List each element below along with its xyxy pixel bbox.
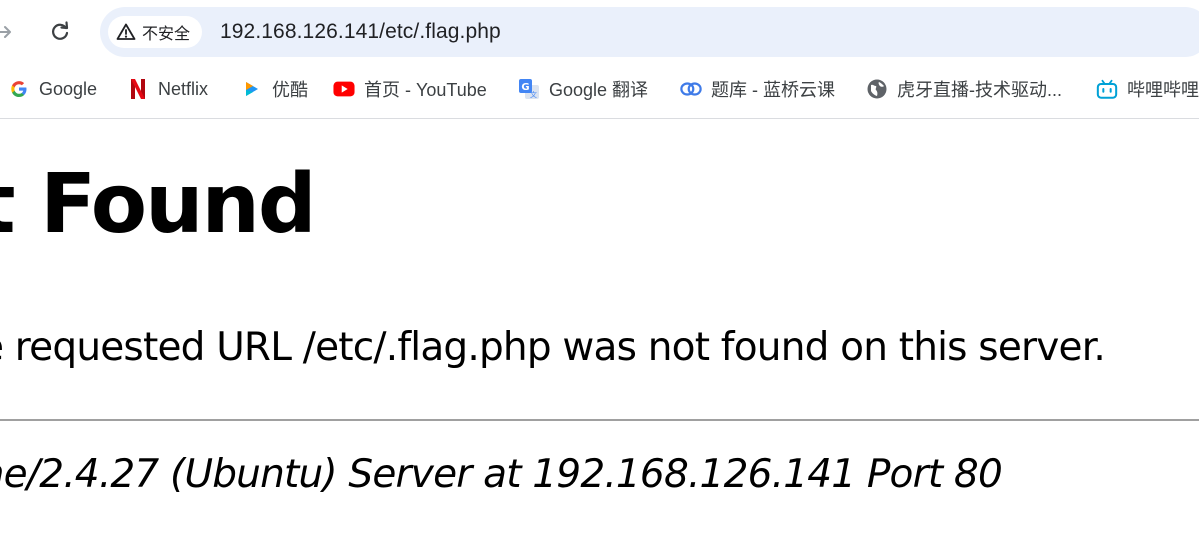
bookmark-label: 哔哩哔哩 — [1127, 80, 1199, 100]
bookmark-label: Google 翻译 — [549, 80, 649, 100]
google-icon — [8, 78, 30, 100]
server-signature: ache/2.4.27 (Ubuntu) Server at 192.168.1… — [0, 452, 1003, 497]
browser-chrome: 不安全 192.168.126.141/etc/.flag.php Google — [0, 0, 1199, 119]
bookmark-huya[interactable]: 虎牙直播-技术驱动... — [866, 74, 1062, 104]
bookmark-youku[interactable]: 优酷 — [241, 74, 308, 104]
arrow-right-icon — [0, 26, 11, 38]
security-label: 不安全 — [142, 26, 191, 43]
youku-icon — [241, 78, 263, 100]
security-chip[interactable]: 不安全 — [108, 16, 203, 48]
address-bar[interactable]: 不安全 192.168.126.141/etc/.flag.php — [100, 7, 1199, 57]
bookmark-label: 题库 - 蓝桥云课 — [711, 80, 835, 100]
page-title: ot Found — [0, 157, 317, 252]
netflix-icon — [127, 78, 149, 100]
browser-toolbar: 不安全 192.168.126.141/etc/.flag.php — [0, 0, 1199, 64]
bookmark-bilibili[interactable]: 哔哩哔哩 — [1096, 74, 1199, 104]
bookmark-label: 虎牙直播-技术驱动... — [897, 80, 1062, 100]
bookmark-google[interactable]: Google — [8, 74, 97, 104]
globe-icon — [866, 78, 888, 100]
bookmark-lanqiao[interactable]: 题库 - 蓝桥云课 — [680, 74, 835, 104]
bookmark-google-translate[interactable]: G 文 Google 翻译 — [518, 74, 648, 104]
google-translate-icon: G 文 — [518, 78, 540, 100]
lanqiao-icon — [680, 78, 702, 100]
bookmark-label: 首页 - YouTube — [364, 80, 487, 100]
bookmark-youtube[interactable]: 首页 - YouTube — [333, 74, 487, 104]
svg-text:G: G — [521, 82, 529, 93]
url-text[interactable]: 192.168.126.141/etc/.flag.php — [220, 20, 501, 44]
bilibili-icon — [1096, 78, 1118, 100]
youtube-icon — [333, 78, 355, 100]
reload-icon — [52, 21, 69, 40]
error-message: e requested URL /etc/.flag.php was not f… — [0, 325, 1106, 370]
forward-button[interactable] — [0, 12, 24, 52]
warning-icon — [116, 23, 136, 40]
bookmark-label: Google — [39, 78, 98, 99]
bookmark-netflix[interactable]: Netflix — [127, 74, 208, 104]
divider — [0, 419, 1199, 421]
bookmark-label: 优酷 — [272, 80, 308, 100]
page-content: ot Found e requested URL /etc/.flag.php … — [0, 119, 1199, 558]
svg-text:文: 文 — [530, 90, 537, 99]
bookmark-label: Netflix — [158, 78, 209, 99]
bookmarks-bar: Google Netflix 优酷 首页 - YouTube G 文 Googl… — [0, 68, 1199, 110]
reload-button[interactable] — [40, 12, 80, 52]
